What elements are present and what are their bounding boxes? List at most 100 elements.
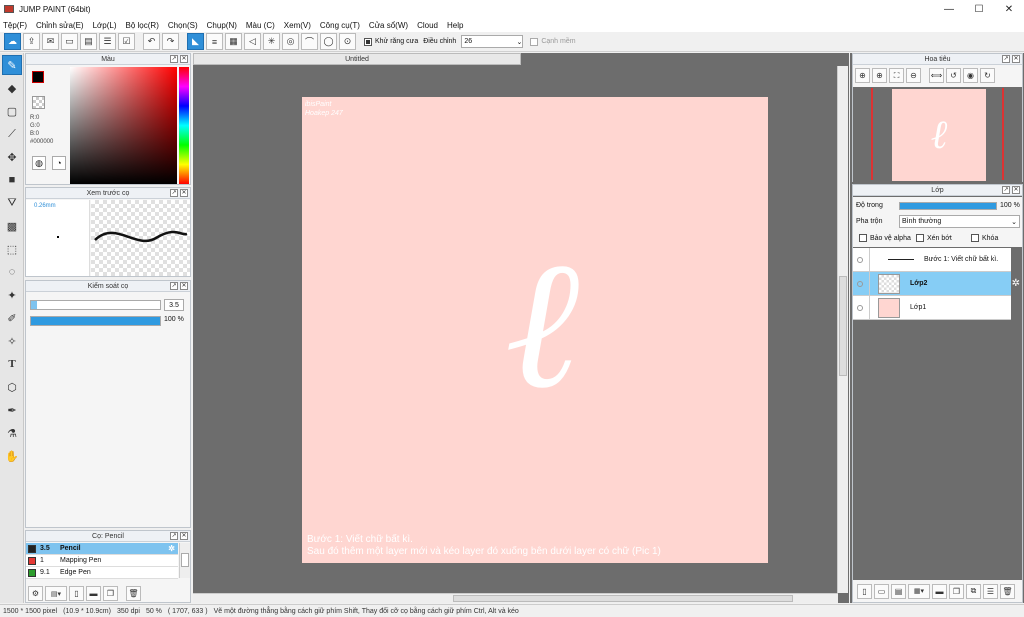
color-history-icon[interactable]: ◔ bbox=[52, 156, 66, 170]
fill-rect-icon[interactable]: ■ bbox=[2, 170, 22, 190]
hue-slider[interactable] bbox=[179, 67, 189, 184]
bucket-icon[interactable]: ⛛ bbox=[2, 193, 22, 213]
navigator-preview[interactable]: ℓ bbox=[853, 87, 1022, 182]
flip-icon[interactable]: ⟺ bbox=[929, 68, 944, 83]
new-raster-icon[interactable]: ▭ bbox=[874, 583, 889, 599]
select-rect-icon[interactable]: ⬚ bbox=[2, 239, 22, 259]
pen-icon[interactable]: ✒ bbox=[2, 400, 22, 420]
trash-icon[interactable]: 🗑 bbox=[126, 586, 141, 601]
cloud-sync-icon[interactable]: ☁ bbox=[4, 33, 21, 50]
shape-select-icon[interactable]: ⬡ bbox=[2, 377, 22, 397]
menu-edit[interactable]: Chỉnh sửa(E) bbox=[36, 21, 84, 30]
document-tab[interactable]: Untitled bbox=[193, 53, 521, 65]
fit-window-icon[interactable]: ⛶ bbox=[889, 68, 904, 83]
document-icon[interactable]: ▤ bbox=[80, 33, 97, 50]
export-icon[interactable]: ⇪ bbox=[23, 33, 40, 50]
rotate-reset-icon[interactable]: ◉ bbox=[963, 68, 978, 83]
brush-opacity-slider[interactable] bbox=[30, 316, 161, 326]
menu-tools[interactable]: Công cụ(T) bbox=[320, 21, 360, 30]
maximize-button[interactable]: ☐ bbox=[964, 0, 994, 18]
canvas-vertical-scrollbar[interactable] bbox=[837, 66, 848, 593]
zoom-in-icon[interactable]: ⊕ bbox=[872, 68, 887, 83]
popout-icon[interactable]: ↗ bbox=[170, 55, 178, 63]
checklist-icon[interactable]: ☑ bbox=[118, 33, 135, 50]
select-eraser-icon[interactable]: ✧ bbox=[2, 331, 22, 351]
comment-icon[interactable]: ✉ bbox=[42, 33, 59, 50]
visibility-icon[interactable] bbox=[857, 280, 863, 287]
close-icon[interactable]: ✕ bbox=[180, 189, 188, 197]
blend-mode-select[interactable]: Bình thường ⌄ bbox=[899, 215, 1020, 228]
close-icon[interactable]: ✕ bbox=[180, 532, 188, 540]
line-icon[interactable]: ⟋ bbox=[2, 124, 22, 144]
color-saturation-picker[interactable] bbox=[70, 67, 177, 184]
brush-size-input[interactable]: 3.5 bbox=[164, 299, 184, 311]
close-icon[interactable]: ✕ bbox=[1012, 186, 1020, 194]
lock-checkbox[interactable] bbox=[971, 234, 979, 242]
ruler-off-icon[interactable]: ◣ bbox=[187, 33, 204, 50]
new-8bit-icon[interactable]: ▤ bbox=[891, 583, 906, 599]
artboard[interactable]: ibisPaint Hoakep 247 ℓ Bước 1: Viết chữ … bbox=[302, 97, 768, 563]
popout-icon[interactable]: ↗ bbox=[170, 189, 178, 197]
layer-folder-icon[interactable]: ▬ bbox=[932, 583, 947, 599]
menu-file[interactable]: Tệp(F) bbox=[3, 21, 27, 30]
rotate-right-icon[interactable]: ↻ bbox=[980, 68, 995, 83]
clipping-checkbox[interactable] bbox=[916, 234, 924, 242]
gear-icon[interactable]: ✲ bbox=[168, 544, 175, 553]
close-icon[interactable]: ✕ bbox=[180, 282, 188, 290]
perspective-ruler-icon[interactable]: ◁ bbox=[244, 33, 261, 50]
rectangle-icon[interactable]: ▢ bbox=[2, 101, 22, 121]
brush-icon[interactable]: ✎ bbox=[2, 55, 22, 75]
menu-select[interactable]: Chọn(S) bbox=[168, 21, 198, 30]
parallel-ruler-icon[interactable]: ≡ bbox=[206, 33, 223, 50]
menu-color[interactable]: Màu (C) bbox=[246, 21, 275, 30]
menu-window[interactable]: Cửa sổ(W) bbox=[369, 21, 408, 30]
radial-ruler-icon[interactable]: ✳ bbox=[263, 33, 280, 50]
new-layer-icon[interactable]: ▯ bbox=[857, 583, 872, 599]
close-icon[interactable]: ✕ bbox=[1012, 55, 1020, 63]
duplicate-icon[interactable]: ❐ bbox=[103, 586, 118, 601]
canvas-horizontal-scrollbar[interactable] bbox=[193, 593, 838, 603]
move-icon[interactable]: ✥ bbox=[2, 147, 22, 167]
zoom-fit-icon[interactable]: ⊕ bbox=[855, 68, 870, 83]
undo-icon[interactable]: ↶ bbox=[143, 33, 160, 50]
delete-layer-icon[interactable]: 🗑 bbox=[1000, 583, 1015, 599]
menu-filter[interactable]: Bộ lọc(R) bbox=[126, 21, 159, 30]
menu-layer[interactable]: Lớp(L) bbox=[93, 21, 117, 30]
visibility-icon[interactable] bbox=[857, 256, 863, 263]
concentric-ruler-icon[interactable]: ◎ bbox=[282, 33, 299, 50]
rotate-left-icon[interactable]: ↺ bbox=[946, 68, 961, 83]
close-icon[interactable]: ✕ bbox=[180, 55, 188, 63]
popout-icon[interactable]: ↗ bbox=[170, 532, 178, 540]
gradient-icon[interactable]: ▩ bbox=[2, 216, 22, 236]
popout-icon[interactable]: ↗ bbox=[1002, 55, 1010, 63]
redo-icon[interactable]: ↷ bbox=[162, 33, 179, 50]
foreground-color-swatch[interactable] bbox=[32, 71, 44, 83]
layer-row[interactable]: Lớp1 bbox=[853, 295, 1011, 320]
menu-cloud[interactable]: Cloud bbox=[417, 21, 438, 30]
layer-type-icon[interactable]: ▦▾ bbox=[908, 583, 930, 599]
menu-help[interactable]: Help bbox=[447, 21, 463, 30]
zoom-out-icon[interactable]: ⊖ bbox=[906, 68, 921, 83]
ellipse-ruler-icon[interactable]: ◯ bbox=[320, 33, 337, 50]
menu-view[interactable]: Xem(V) bbox=[284, 21, 311, 30]
layer-row[interactable]: Bước 1: Viết chữ bất kì. bbox=[853, 247, 1011, 272]
transparent-swatch[interactable] bbox=[32, 96, 45, 109]
brush-settings-icon[interactable]: ⚙ bbox=[28, 586, 43, 601]
menu-capture[interactable]: Chụp(N) bbox=[207, 21, 237, 30]
minimize-button[interactable]: — bbox=[934, 0, 964, 18]
folder-icon[interactable]: ▬ bbox=[86, 586, 101, 601]
eraser-icon[interactable]: ◆ bbox=[2, 78, 22, 98]
layer-menu-icon[interactable]: ☰ bbox=[983, 583, 998, 599]
brush-type-icon[interactable]: ▤▾ bbox=[45, 586, 67, 601]
list-icon[interactable]: ☰ bbox=[99, 33, 116, 50]
brush-list-item[interactable]: 3.5 Pencil ✲ bbox=[26, 543, 178, 555]
curve-ruler-icon[interactable]: ⌒ bbox=[301, 33, 318, 50]
layer-row[interactable]: Lớp2 ✲ bbox=[853, 271, 1020, 296]
visibility-icon[interactable] bbox=[857, 304, 863, 311]
eyedropper-icon[interactable]: ⚗ bbox=[2, 423, 22, 443]
magic-wand-icon[interactable]: ✦ bbox=[2, 285, 22, 305]
adjust-select[interactable]: 26 ⌄ bbox=[461, 35, 524, 48]
select-pen-icon[interactable]: ✐ bbox=[2, 308, 22, 328]
popout-icon[interactable]: ↗ bbox=[1002, 186, 1010, 194]
lasso-icon[interactable]: ◌ bbox=[2, 262, 22, 282]
